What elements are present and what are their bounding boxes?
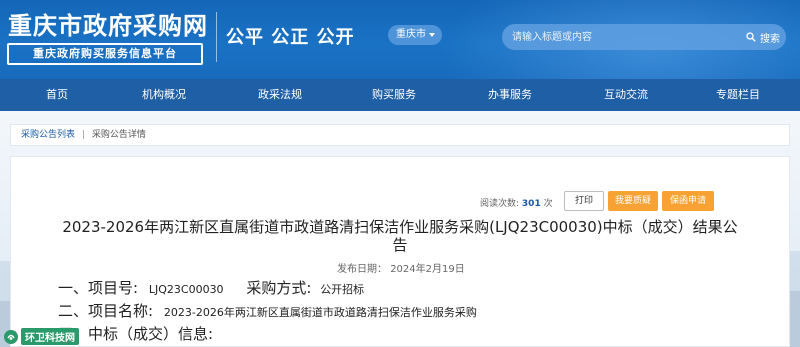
watermark: 环卫科技网 <box>4 328 79 345</box>
item-label: 项目名称: <box>88 302 154 320</box>
chevron-down-icon <box>429 33 435 37</box>
project-number-value: LJQ23C00030 <box>148 283 224 296</box>
print-button[interactable]: 打印 <box>564 191 604 211</box>
site-title: 重庆市政府采购网 <box>8 11 208 40</box>
project-name-value: 2023-2026年两江新区直属街道市政道路清扫保洁作业服务采购 <box>163 306 477 319</box>
search-input[interactable] <box>512 27 732 47</box>
search-button[interactable]: 搜索 <box>746 28 780 46</box>
breadcrumb: 采购公告列表 | 采购公告详情 <box>10 124 790 146</box>
nav-item-organization[interactable]: 机构概况 <box>128 79 200 111</box>
procurement-method-value: 公开招标 <box>320 283 365 296</box>
search-box: 搜索 <box>502 24 786 50</box>
site-logo[interactable]: 重庆市政府采购网 重庆政府购买服务信息平台 <box>0 0 212 79</box>
nav-item-purchase-services[interactable]: 购买服务 <box>356 79 432 111</box>
main-nav: 首页 机构概况 政采法规 购买服务 办事服务 互动交流 专题栏目 <box>0 79 800 111</box>
breadcrumb-current: 采购公告详情 <box>91 130 146 140</box>
view-count: 阅读次数: 301 次 <box>480 196 553 209</box>
complain-button[interactable]: 我要质疑 <box>608 191 658 211</box>
procurement-method-label: 采购方式: <box>246 279 312 297</box>
item-label: 中标（成交）信息: <box>88 325 214 343</box>
site-slogan: 公平 公正 公开 <box>226 27 355 48</box>
site-header: 重庆市政府采购网 重庆政府购买服务信息平台 公平 公正 公开 重庆市 搜索 <box>0 0 800 79</box>
item-prefix: 二、 <box>58 302 89 320</box>
city-selector-label: 重庆市 <box>396 29 426 40</box>
nav-item-interaction[interactable]: 互动交流 <box>588 79 664 111</box>
watermark-text: 环卫科技网 <box>21 328 79 345</box>
view-count-value: 301 <box>521 199 541 209</box>
article-title: 2023-2026年两江新区直属街道市政道路清扫保洁作业服务采购(LJQ23C0… <box>62 218 738 254</box>
nav-item-regulations[interactable]: 政采法规 <box>244 79 316 111</box>
site-subtitle: 重庆政府购买服务信息平台 <box>7 43 203 65</box>
publish-date-value: 2024年2月19日 <box>390 264 465 275</box>
nav-item-office-services[interactable]: 办事服务 <box>472 79 548 111</box>
search-icon <box>746 32 756 42</box>
item-prefix: 一、 <box>58 279 89 297</box>
nav-item-special-topics[interactable]: 专题栏目 <box>700 79 776 111</box>
nav-item-home[interactable]: 首页 <box>24 79 90 111</box>
publish-date: 发布日期： 2024年2月19日 <box>337 260 465 275</box>
breadcrumb-link-list[interactable]: 采购公告列表 <box>21 130 75 140</box>
city-selector[interactable]: 重庆市 <box>388 25 442 45</box>
item-project-number: 一、项目号: LJQ23C00030 采购方式: 公开招标 <box>58 277 364 298</box>
header-divider <box>216 12 217 62</box>
item-award-info: 三、中标（成交）信息: <box>58 323 213 344</box>
view-count-unit: 次 <box>543 199 553 209</box>
guarantee-apply-button[interactable]: 保函申请 <box>662 191 714 211</box>
publish-date-label: 发布日期： <box>337 264 387 275</box>
breadcrumb-separator: | <box>81 130 85 140</box>
view-count-label: 阅读次数: <box>480 199 520 209</box>
watermark-logo-icon <box>4 329 18 344</box>
search-button-label: 搜索 <box>760 33 780 45</box>
item-label: 项目号: <box>88 279 139 297</box>
item-project-name: 二、项目名称: 2023-2026年两江新区直属街道市政道路清扫保洁作业服务采购 <box>58 300 477 321</box>
